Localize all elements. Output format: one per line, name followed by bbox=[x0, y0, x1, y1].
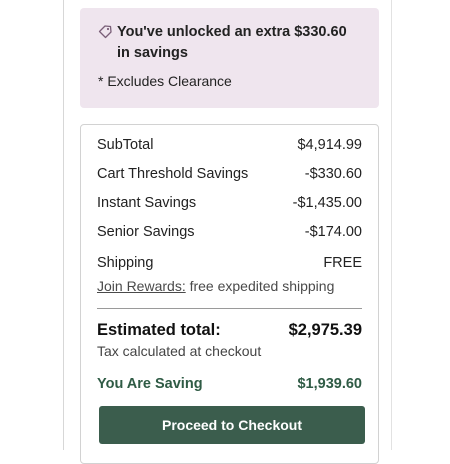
summary-divider bbox=[97, 308, 362, 309]
line-value: -$1,435.00 bbox=[292, 195, 362, 211]
left-panel-border bbox=[63, 0, 64, 450]
saving-label: You Are Saving bbox=[97, 376, 203, 392]
promo-header: You've unlocked an extra $330.60 in savi… bbox=[98, 22, 361, 64]
you-are-saving-row: You Are Saving $1,939.60 bbox=[97, 376, 362, 392]
line-value: $4,914.99 bbox=[297, 137, 362, 153]
rewards-text: free expedited shipping bbox=[189, 278, 335, 294]
line-value: -$330.60 bbox=[304, 166, 362, 182]
savings-promo-banner: You've unlocked an extra $330.60 in savi… bbox=[80, 8, 379, 108]
order-summary-card: SubTotal $4,914.99 Cart Threshold Saving… bbox=[80, 124, 379, 464]
price-tag-icon bbox=[98, 25, 112, 39]
tax-note: Tax calculated at checkout bbox=[97, 343, 262, 359]
line-label: Instant Savings bbox=[97, 195, 197, 211]
join-rewards-link[interactable]: Join Rewards: bbox=[97, 278, 186, 294]
estimated-total-row: Estimated total: $2,975.39 bbox=[97, 321, 362, 340]
line-label: SubTotal bbox=[97, 137, 154, 153]
summary-line-cart-threshold-savings: Cart Threshold Savings -$330.60 bbox=[97, 166, 362, 182]
total-label: Estimated total: bbox=[97, 321, 221, 339]
line-value: FREE bbox=[323, 255, 362, 271]
summary-line-instant-savings: Instant Savings -$1,435.00 bbox=[97, 195, 362, 211]
summary-line-senior-savings: Senior Savings -$174.00 bbox=[97, 224, 362, 240]
line-label: Senior Savings bbox=[97, 224, 195, 240]
promo-title: You've unlocked an extra $330.60 in savi… bbox=[117, 24, 347, 61]
promo-note: * Excludes Clearance bbox=[98, 73, 232, 89]
summary-line-shipping: Shipping FREE bbox=[97, 255, 362, 271]
line-label: Shipping bbox=[97, 255, 154, 271]
line-value: -$174.00 bbox=[304, 224, 362, 240]
summary-line-subtotal: SubTotal $4,914.99 bbox=[97, 137, 362, 153]
right-panel-border bbox=[391, 0, 392, 450]
line-label: Cart Threshold Savings bbox=[97, 166, 249, 182]
total-value: $2,975.39 bbox=[288, 321, 362, 339]
proceed-to-checkout-button[interactable]: Proceed to Checkout bbox=[99, 406, 365, 444]
rewards-promo: Join Rewards: free expedited shipping bbox=[97, 278, 334, 294]
saving-value: $1,939.60 bbox=[297, 376, 362, 392]
